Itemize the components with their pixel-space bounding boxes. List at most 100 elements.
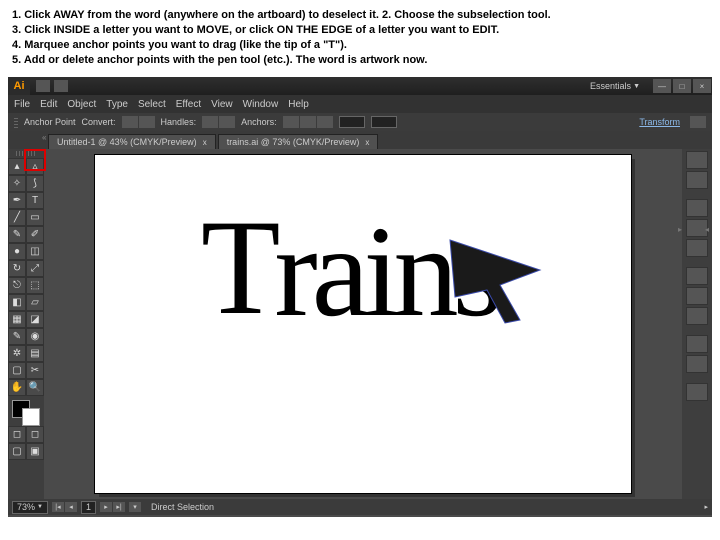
gradient-panel-icon[interactable] <box>686 287 708 305</box>
menu-bar: File Edit Object Type Select Effect View… <box>8 95 712 113</box>
smooth-point-button[interactable] <box>139 116 155 128</box>
shape-builder-tool[interactable]: ◧ <box>8 294 26 311</box>
anchors-label: Anchors: <box>241 117 277 127</box>
blob-brush-tool[interactable]: ● <box>8 243 26 260</box>
menu-file[interactable]: File <box>14 99 30 110</box>
current-tool-label: Direct Selection <box>151 502 214 512</box>
eraser-tool[interactable]: ◫ <box>26 243 44 260</box>
width-tool[interactable]: ⎋ <box>8 277 26 294</box>
appearance-panel-icon[interactable] <box>686 335 708 353</box>
expand-panels-right-icon[interactable]: ◂ <box>705 225 709 234</box>
document-tab-2[interactable]: trains.ai @ 73% (CMYK/Preview)x <box>218 134 379 149</box>
close-tab-icon[interactable]: x <box>203 138 207 147</box>
artboard-tool[interactable]: ▢ <box>8 362 26 379</box>
menu-object[interactable]: Object <box>67 99 96 110</box>
cursor-illustration <box>445 235 565 325</box>
perspective-tool[interactable]: ▱ <box>26 294 44 311</box>
color-panel-icon[interactable] <box>686 151 708 169</box>
artboard-nav: |◂ ◂ <box>52 502 77 512</box>
arrange-docs-icon[interactable] <box>54 80 68 92</box>
x-field[interactable] <box>339 116 365 128</box>
transform-link[interactable]: Transform <box>639 117 680 127</box>
free-transform-tool[interactable]: ⬚ <box>26 277 44 294</box>
menu-select[interactable]: Select <box>138 99 166 110</box>
artboard-dropdown-button[interactable]: ▾ <box>129 502 141 512</box>
menu-view[interactable]: View <box>211 99 233 110</box>
minimize-button[interactable]: — <box>653 79 671 93</box>
last-artboard-button[interactable]: ▸| <box>113 502 125 512</box>
canvas[interactable]: Trains <box>44 149 682 499</box>
pen-tool[interactable]: ✒ <box>8 192 26 209</box>
maximize-button[interactable]: □ <box>673 79 691 93</box>
next-artboard-button[interactable]: ▸ <box>100 502 112 512</box>
rotate-tool[interactable]: ↻ <box>8 260 26 277</box>
change-screen-mode[interactable]: ▣ <box>26 443 44 460</box>
eyedropper-tool[interactable]: ✎ <box>8 328 26 345</box>
slice-tool[interactable]: ✂ <box>26 362 44 379</box>
bridge-icon[interactable] <box>36 80 50 92</box>
cut-path-button[interactable] <box>317 116 333 128</box>
menu-window[interactable]: Window <box>243 99 279 110</box>
step-1-2: 1. Click AWAY from the word (anywhere on… <box>12 8 708 23</box>
tools-panel: ▴▵ ✧⟆ ✒T ╱▭ ✎✐ ●◫ ↻⤢ ⎋⬚ ◧▱ ▦◪ ✎◉ ✲▤ ▢✂ ✋… <box>8 149 44 499</box>
y-field[interactable] <box>371 116 397 128</box>
hide-handles-button[interactable] <box>219 116 235 128</box>
right-panel-dock <box>682 149 712 499</box>
remove-anchor-button[interactable] <box>283 116 299 128</box>
zoom-tool[interactable]: 🔍 <box>26 379 44 396</box>
stroke-swatch[interactable] <box>22 408 40 426</box>
graph-tool[interactable]: ▤ <box>26 345 44 362</box>
mesh-tool[interactable]: ▦ <box>8 311 26 328</box>
menu-type[interactable]: Type <box>106 99 128 110</box>
symbols-panel-icon[interactable] <box>686 239 708 257</box>
magic-wand-tool[interactable]: ✧ <box>8 175 26 192</box>
paintbrush-tool[interactable]: ✎ <box>8 226 26 243</box>
grip-icon[interactable] <box>14 116 18 128</box>
document-tab-1[interactable]: Untitled-1 @ 43% (CMYK/Preview) x <box>48 134 216 149</box>
close-button[interactable]: × <box>693 79 711 93</box>
layers-panel-icon[interactable] <box>686 383 708 401</box>
drawing-mode-behind[interactable]: ◻ <box>26 426 44 443</box>
handles-label: Handles: <box>161 117 197 127</box>
prev-artboard-button[interactable]: ◂ <box>65 502 77 512</box>
show-handles-button[interactable] <box>202 116 218 128</box>
lasso-tool[interactable]: ⟆ <box>26 175 44 192</box>
transparency-panel-icon[interactable] <box>686 307 708 325</box>
control-bar: Anchor Point Convert: Handles: Anchors: … <box>8 113 712 131</box>
zoom-field[interactable]: 73% ▼ <box>12 501 48 514</box>
first-artboard-button[interactable]: |◂ <box>52 502 64 512</box>
swatches-panel-icon[interactable] <box>686 199 708 217</box>
status-bar: 73% ▼ |◂ ◂ 1 ▸ ▸| ▾ Direct Selection ▸ <box>8 499 712 515</box>
artboard-number[interactable]: 1 <box>81 501 96 514</box>
tabs-double-chevron-icon[interactable]: « <box>42 133 46 142</box>
workspace-switcher[interactable]: Essentials ▼ <box>586 81 652 91</box>
rectangle-tool[interactable]: ▭ <box>26 209 44 226</box>
zoom-value: 73% <box>17 502 35 512</box>
corner-point-button[interactable] <box>122 116 138 128</box>
expand-panels-left-icon[interactable]: ▸ <box>678 225 682 234</box>
scale-tool[interactable]: ⤢ <box>26 260 44 277</box>
panel-menu-icon[interactable] <box>690 116 706 128</box>
color-guide-panel-icon[interactable] <box>686 171 708 189</box>
color-swatches[interactable] <box>12 400 40 426</box>
menu-effect[interactable]: Effect <box>176 99 201 110</box>
close-tab-icon[interactable]: x <box>365 138 369 147</box>
menu-help[interactable]: Help <box>288 99 309 110</box>
pencil-tool[interactable]: ✐ <box>26 226 44 243</box>
drawing-mode-normal[interactable]: ◻ <box>8 426 26 443</box>
connect-anchor-button[interactable] <box>300 116 316 128</box>
screen-mode[interactable]: ▢ <box>8 443 26 460</box>
artboard[interactable]: Trains <box>95 155 631 493</box>
symbol-sprayer-tool[interactable]: ✲ <box>8 345 26 362</box>
blend-tool[interactable]: ◉ <box>26 328 44 345</box>
graphic-styles-panel-icon[interactable] <box>686 355 708 373</box>
menu-edit[interactable]: Edit <box>40 99 57 110</box>
stroke-panel-icon[interactable] <box>686 267 708 285</box>
hand-tool[interactable]: ✋ <box>8 379 26 396</box>
status-menu-icon[interactable]: ▸ <box>704 503 708 511</box>
gradient-tool[interactable]: ◪ <box>26 311 44 328</box>
chevron-down-icon: ▼ <box>633 83 640 90</box>
type-tool[interactable]: T <box>26 192 44 209</box>
line-tool[interactable]: ╱ <box>8 209 26 226</box>
document-tab-1-label: Untitled-1 @ 43% (CMYK/Preview) <box>57 137 197 147</box>
